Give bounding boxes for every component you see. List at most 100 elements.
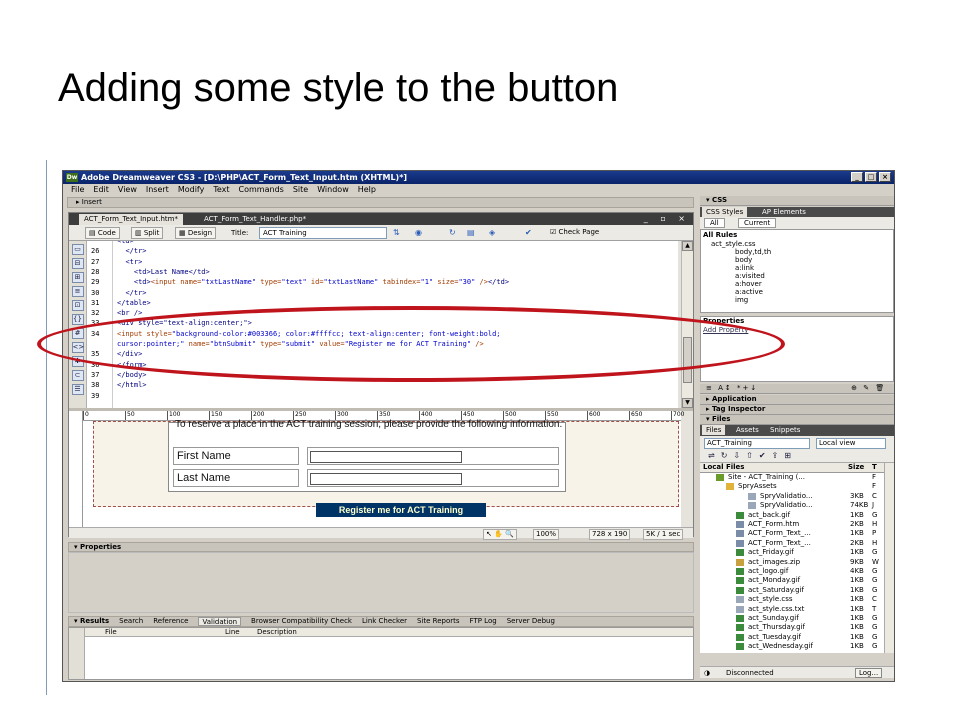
select-tool-icon[interactable]: ↖ ✋ 🔍	[483, 529, 517, 540]
files-scrollbar[interactable]	[884, 463, 894, 653]
visual-aids-icon[interactable]: ◈	[489, 227, 495, 239]
file-row[interactable]: SpryValidatio... 3KB C	[700, 492, 877, 501]
collapse-selection-icon[interactable]: ⊞	[71, 272, 84, 283]
menu-item-insert[interactable]: Insert	[146, 184, 169, 196]
css-rule-item[interactable]: a:visited	[735, 272, 765, 280]
balance-braces-icon[interactable]: {}	[71, 314, 84, 325]
files-actions-toolbar[interactable]: ⇌↻⇩⇧✔⇪⊞	[700, 450, 894, 463]
design-view[interactable]: To reserve a place in the ACT training s…	[83, 419, 681, 527]
tab-css-styles[interactable]: CSS Styles	[702, 207, 748, 217]
recent-snippets-icon[interactable]: ☰	[71, 384, 84, 395]
scroll-up-arrow-icon[interactable]: ▲	[682, 241, 693, 251]
collapse-tag-icon[interactable]: ⊟	[71, 258, 84, 269]
results-tab-ftp-log[interactable]: FTP Log	[470, 617, 497, 626]
results-tab-search[interactable]: Search	[119, 617, 143, 626]
design-view-button[interactable]: ▦ Design	[175, 227, 217, 239]
file-row[interactable]: act_Monday.gif 1KB G	[700, 576, 877, 585]
site-select[interactable]: ACT_Training	[704, 438, 810, 449]
results-tab-server-debug[interactable]: Server Debug	[507, 617, 555, 626]
wrap-tag-icon[interactable]: ⊂	[71, 370, 84, 381]
results-tab-site-reports[interactable]: Site Reports	[417, 617, 460, 626]
open-documents-icon[interactable]: ▭	[71, 244, 84, 255]
css-rule-item[interactable]: act_style.css	[711, 240, 756, 248]
menu-item-edit[interactable]: Edit	[93, 184, 109, 196]
close-button[interactable]: ×	[879, 172, 891, 182]
css-rule-item[interactable]: img	[735, 296, 748, 304]
menu-item-site[interactable]: Site	[293, 184, 308, 196]
tab-snippets[interactable]: Snippets	[766, 425, 804, 435]
css-rule-item[interactable]: a:hover	[735, 280, 762, 288]
properties-panel-header[interactable]: ▾ Properties	[68, 542, 694, 552]
menu-item-file[interactable]: File	[71, 184, 84, 196]
expand-all-icon[interactable]: ≡	[71, 286, 84, 297]
file-row[interactable]: act_Friday.gif 1KB G	[700, 548, 877, 557]
file-row[interactable]: act_images.zip 9KB W	[700, 558, 879, 567]
first-name-input[interactable]	[310, 451, 462, 463]
file-row[interactable]: act_style.css 1KB C	[700, 595, 877, 604]
css-rule-item[interactable]: body	[735, 256, 752, 264]
results-tab-reference[interactable]: Reference	[153, 617, 188, 626]
file-row[interactable]: SpryValidatio... 74KB J	[700, 501, 876, 510]
tab-act-form-text-input[interactable]: ACT_Form_Text_Input.htm*	[79, 214, 183, 225]
results-tab-browser-compatibility-check[interactable]: Browser Compatibility Check	[251, 617, 352, 626]
application-panel-header[interactable]: ▸ Application	[700, 395, 894, 405]
css-rule-item[interactable]: body,td,th	[735, 248, 771, 256]
all-button[interactable]: All	[704, 218, 725, 228]
file-row[interactable]: ACT_Form.htm 2KB H	[700, 520, 877, 529]
file-row[interactable]: Site - ACT_Training (... F	[700, 473, 876, 482]
tab-files[interactable]: Files	[702, 425, 726, 435]
tab-act-form-text-handler[interactable]: ACT_Form_Text_Handler.php*	[199, 214, 311, 225]
file-row[interactable]: act_style.css.txt 1KB T	[700, 605, 876, 614]
file-row[interactable]: ACT_Form_Text_... 2KB H	[700, 539, 877, 548]
view-options-icon[interactable]: ▤	[467, 227, 475, 239]
results-tab-validation[interactable]: Validation	[198, 617, 242, 626]
file-row[interactable]: act_Saturday.gif 1KB G	[700, 586, 877, 595]
select-parent-tag-icon[interactable]: ⊡	[71, 300, 84, 311]
split-view-button[interactable]: ▥ Split	[131, 227, 164, 239]
log-button[interactable]: Log...	[855, 668, 883, 678]
tag-inspector-header[interactable]: ▸ Tag Inspector	[700, 405, 894, 415]
file-management-icon[interactable]: ⇅	[393, 227, 400, 239]
document-window-controls[interactable]: _ ▫ ×	[644, 213, 690, 225]
file-row[interactable]: act_logo.gif 4KB G	[700, 567, 877, 576]
file-row[interactable]: ACT_Form_Text_... 1KB P	[700, 529, 876, 538]
results-tab-link-checker[interactable]: Link Checker	[362, 617, 407, 626]
last-name-input[interactable]	[310, 473, 462, 485]
preview-browser-icon[interactable]: ◉	[415, 227, 422, 239]
maximize-button[interactable]: □	[865, 172, 877, 182]
check-page-button[interactable]: ☑ Check Page	[547, 227, 602, 239]
file-row[interactable]: SpryAssets F	[700, 482, 876, 491]
register-submit-button[interactable]: Register me for ACT Training	[316, 503, 486, 517]
view-select[interactable]: Local view	[816, 438, 886, 449]
validate-icon[interactable]: ✔	[525, 227, 532, 239]
insert-bar[interactable]: ▸ Insert	[67, 197, 694, 208]
files-panel-header[interactable]: ▾ Files	[700, 415, 894, 425]
refresh-icon[interactable]: ↻	[449, 227, 456, 239]
results-label[interactable]: ▾ Results	[74, 617, 109, 626]
title-field[interactable]: ACT Training	[259, 227, 387, 239]
file-row[interactable]: act_Tuesday.gif 1KB G	[700, 633, 877, 642]
current-button[interactable]: Current	[738, 218, 777, 228]
css-panel-header[interactable]: ▾ CSS	[700, 196, 894, 206]
window-size-select[interactable]: 728 x 190	[589, 529, 631, 540]
css-rule-item[interactable]: a:active	[735, 288, 763, 296]
menu-item-help[interactable]: Help	[358, 184, 376, 196]
file-row[interactable]: act_Wednesday.gif 1KB G	[700, 642, 877, 651]
menu-item-window[interactable]: Window	[317, 184, 349, 196]
css-panel-toolbar[interactable]: ≡ A↕ *+↓ ⊕ ✎ 🗑	[700, 384, 894, 394]
file-row[interactable]: act_back.gif 1KB G	[700, 511, 877, 520]
css-rule-item[interactable]: a:link	[735, 264, 754, 272]
files-list[interactable]: Site - ACT_Training (... F SpryAssets F Spry…	[700, 473, 894, 653]
menu-item-modify[interactable]: Modify	[178, 184, 205, 196]
menu-item-commands[interactable]: Commands	[239, 184, 284, 196]
tab-ap-elements[interactable]: AP Elements	[758, 207, 810, 217]
tab-assets[interactable]: Assets	[732, 425, 763, 435]
file-row[interactable]: act_Thursday.gif 1KB G	[700, 623, 877, 632]
zoom-select[interactable]: 100%	[533, 529, 560, 540]
code-view-button[interactable]: ▤ Code	[85, 227, 120, 239]
scroll-down-arrow-icon[interactable]: ▼	[682, 398, 693, 408]
file-row[interactable]: act_Sunday.gif 1KB G	[700, 614, 877, 623]
menu-item-text[interactable]: Text	[213, 184, 229, 196]
menu-item-view[interactable]: View	[118, 184, 137, 196]
minimize-button[interactable]: _	[851, 172, 863, 182]
